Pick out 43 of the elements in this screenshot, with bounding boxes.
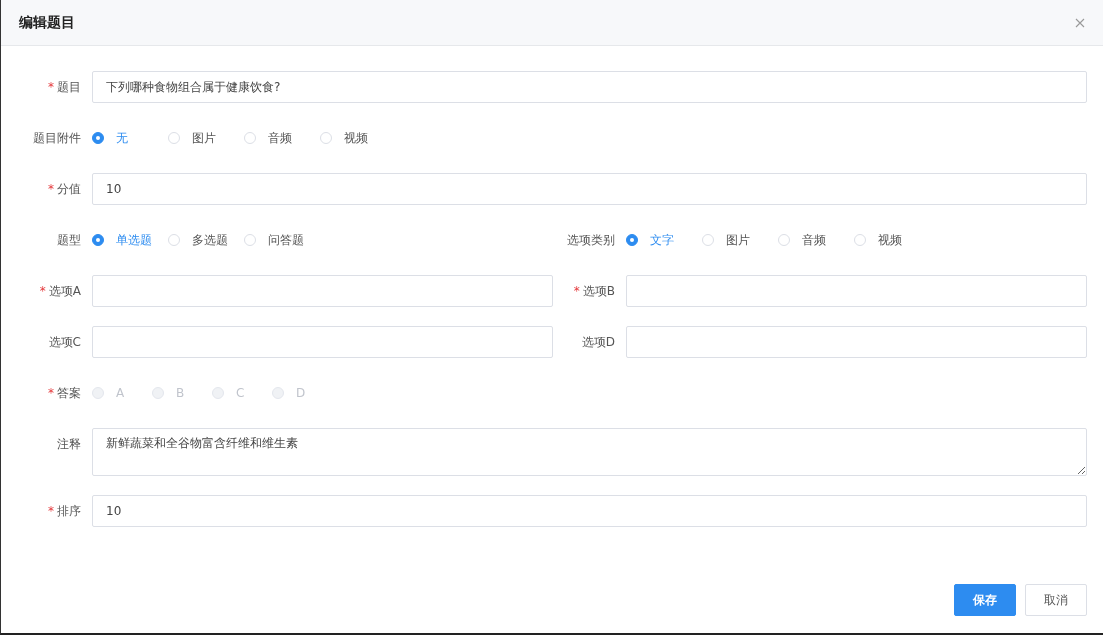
field-label: 答案 xyxy=(57,385,81,400)
radio-label[interactable]: 问答题 xyxy=(268,231,304,249)
required-asterisk: * xyxy=(39,283,46,298)
close-icon[interactable] xyxy=(1075,17,1085,28)
required-asterisk: * xyxy=(573,283,580,298)
field-label: 题目附件 xyxy=(33,130,81,145)
required-asterisk: * xyxy=(48,79,54,94)
textarea-field[interactable]: 新鲜蔬菜和全谷物富含纤维和维生素 xyxy=(92,428,1087,476)
required-asterisk: * xyxy=(48,503,54,518)
radio-label[interactable]: 视频 xyxy=(878,231,902,249)
radio-label[interactable]: 图片 xyxy=(726,231,750,249)
radio-label[interactable]: 视频 xyxy=(344,129,368,147)
dialog-title: 编辑题目 xyxy=(19,13,75,32)
field-label: 题目 xyxy=(57,79,81,94)
input-field[interactable]: 下列哪种食物组合属于健康饮食? xyxy=(92,71,1087,103)
radio-label[interactable]: 图片 xyxy=(192,129,216,147)
radio-label[interactable]: 多选题 xyxy=(192,231,228,249)
radio-button[interactable] xyxy=(92,234,104,246)
radio-label[interactable]: 音频 xyxy=(802,231,826,249)
field-label: 选项D xyxy=(581,334,615,349)
field-label: 选项C xyxy=(48,334,81,349)
input-field[interactable] xyxy=(92,326,553,358)
radio-label[interactable]: 文字 xyxy=(650,231,674,249)
cancel-button[interactable]: 取消 xyxy=(1025,584,1087,616)
input-field[interactable] xyxy=(626,275,1087,307)
field-label: 注释 xyxy=(57,437,81,451)
field-label: 排序 xyxy=(57,503,81,518)
radio-label[interactable]: 音频 xyxy=(268,129,292,147)
field-label: 选项类别 xyxy=(567,232,615,247)
input-field[interactable] xyxy=(92,275,553,307)
field-label: 分值 xyxy=(57,181,81,196)
field-label: 选项A xyxy=(48,283,81,298)
radio-button[interactable] xyxy=(626,234,638,246)
required-asterisk: * xyxy=(48,181,54,196)
radio-label[interactable]: 单选题 xyxy=(116,231,152,249)
input-field[interactable]: 10 xyxy=(92,173,1087,205)
required-asterisk: * xyxy=(48,385,54,400)
field-label: 题型 xyxy=(57,232,81,247)
field-label: 选项B xyxy=(582,283,615,298)
radio-label[interactable]: 无 xyxy=(116,129,128,147)
input-field[interactable] xyxy=(626,326,1087,358)
input-field[interactable]: 10 xyxy=(92,495,1087,527)
radio-button[interactable] xyxy=(92,132,104,144)
